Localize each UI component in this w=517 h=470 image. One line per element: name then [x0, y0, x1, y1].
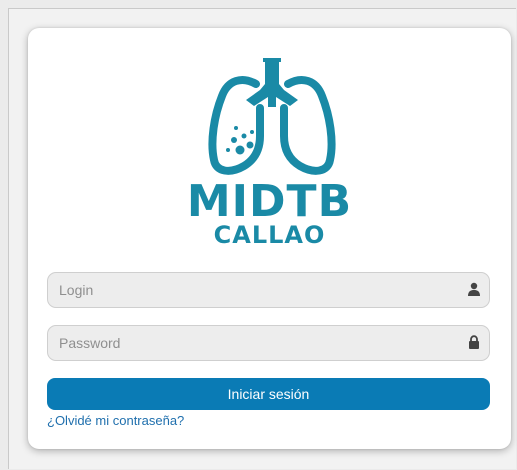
- forgot-password-link[interactable]: ¿Olvidé mi contraseña?: [47, 413, 184, 428]
- user-icon: [467, 282, 481, 296]
- login-card: MIDTB CALLAO Iniciar sesión ¿Olvidé mi c…: [28, 28, 511, 449]
- login-input[interactable]: [48, 273, 489, 307]
- brand-subtitle: CALLAO: [213, 221, 326, 249]
- login-field: [47, 272, 490, 308]
- password-field: [47, 325, 490, 361]
- lock-icon: [467, 335, 481, 349]
- brand-name: MIDTB: [186, 176, 353, 227]
- login-button[interactable]: Iniciar sesión: [47, 378, 490, 410]
- password-input[interactable]: [48, 326, 489, 360]
